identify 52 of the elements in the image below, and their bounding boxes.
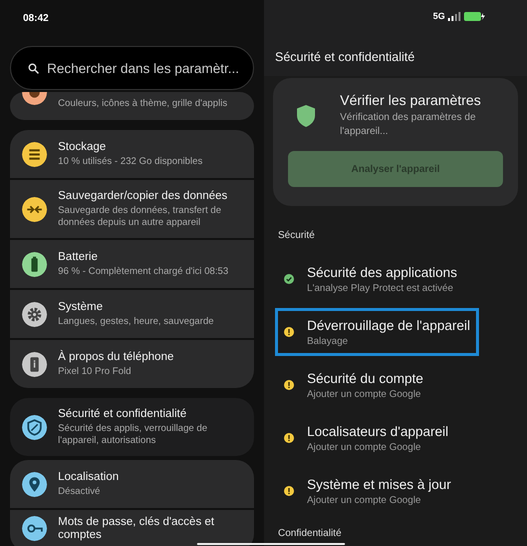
security-item[interactable]: Déverrouillage de l'appareil Balayage <box>275 308 480 356</box>
item-subtitle: Ajouter un compte Google <box>307 442 422 452</box>
item-subtitle: 96 % - Complètement chargé d'ici 08:53 <box>58 266 228 278</box>
item-subtitle: Sauvegarde des données, transfert de données depuis un autre appareil <box>58 205 222 229</box>
item-subtitle: Ajouter un compte Google <box>307 494 422 506</box>
item-title: Sécurité des applications <box>307 264 458 280</box>
battery-charging-icon <box>464 12 486 20</box>
network-label: 5G <box>432 11 445 21</box>
item-title: Déverrouillage de l'appareil <box>307 318 470 332</box>
settings-item[interactable]: Batterie 96 % - Complètement chargé d'ici 08:53 <box>10 240 254 288</box>
signal-icon <box>448 12 461 20</box>
security-item[interactable]: Sécurité des applications L'analyse Play Protect est activée <box>275 255 475 303</box>
settings-item[interactable]: Système Langues, gestes, heure, sauvegarde <box>10 290 254 338</box>
settings-item[interactable]: À propos du téléphone Pixel 10 Pro Fold <box>10 340 254 388</box>
item-title: Localisateurs d'appareil <box>307 424 448 438</box>
item-title: Batterie <box>58 250 99 264</box>
item-subtitle: Langues, gestes, heure, sauvegarde <box>58 316 214 328</box>
security-item[interactable]: Système et mises à jour Ajouter un compte Google <box>275 467 475 515</box>
item-title: Stockage <box>58 140 107 154</box>
card-subtitle: Vérification des paramètres de l'appareil... <box>340 111 477 139</box>
search-field[interactable]: Rechercher dans les paramètr... <box>10 46 254 90</box>
item-subtitle: Balayage <box>307 336 349 346</box>
item-title: Système <box>58 300 104 314</box>
section-heading: Confidentialité <box>277 528 342 539</box>
settings-item[interactable]: Stockage 10 % utilisés - 232 Go disponibles <box>10 130 254 178</box>
item-subtitle: L'analyse Play Protect est activée <box>307 282 454 294</box>
item-subtitle: Ajouter un compte Google <box>307 388 422 400</box>
card-title: Vérifier les paramètres <box>340 92 482 108</box>
item-title: Sauvegarder/copier des données <box>58 189 228 203</box>
shield-icon <box>297 104 315 126</box>
settings-item[interactable]: Couleurs, icônes à thème, grille d'applis <box>10 92 254 120</box>
item-subtitle: Couleurs, icônes à thème, grille d'applis <box>58 98 228 110</box>
item-title: À propos du téléphone <box>58 350 174 364</box>
search-icon <box>27 62 40 75</box>
item-title: Localisation <box>58 470 119 484</box>
section-heading: Sécurité <box>277 230 316 241</box>
security-item[interactable]: Localisateurs d'appareil Ajouter un compte Google <box>275 414 475 462</box>
page-title: Sécurité et confidentialité <box>275 50 416 64</box>
item-title: Système et mises à jour <box>307 476 452 492</box>
status-time: 08:42 <box>23 13 49 24</box>
settings-item[interactable]: Sauvegarder/copier des données Sauvegarde des données, transfert de données depuis un autre appareil <box>10 180 254 238</box>
item-title: Sécurité du compte <box>307 370 424 386</box>
item-subtitle: Pixel 10 Pro Fold <box>58 366 132 378</box>
security-item[interactable]: Sécurité du compte Ajouter un compte Google <box>275 361 475 409</box>
settings-item[interactable]: Mots de passe, clés d'accès et comptes <box>10 510 254 546</box>
item-title: Mots de passe, clés d'accès et comptes <box>58 516 216 542</box>
item-subtitle: Désactivé <box>58 486 102 498</box>
settings-item[interactable]: Localisation Désactivé <box>10 460 254 508</box>
settings-item[interactable]: Sécurité et confidentialité Sécurité des applis, verrouillage de l'appareil, autorisations <box>10 398 254 456</box>
item-subtitle: Sécurité des applis, verrouillage de l'appareil, autorisations <box>58 423 208 447</box>
item-subtitle: 10 % utilisés - 232 Go disponibles <box>58 156 203 168</box>
item-title: Sécurité et confidentialité <box>58 407 188 421</box>
